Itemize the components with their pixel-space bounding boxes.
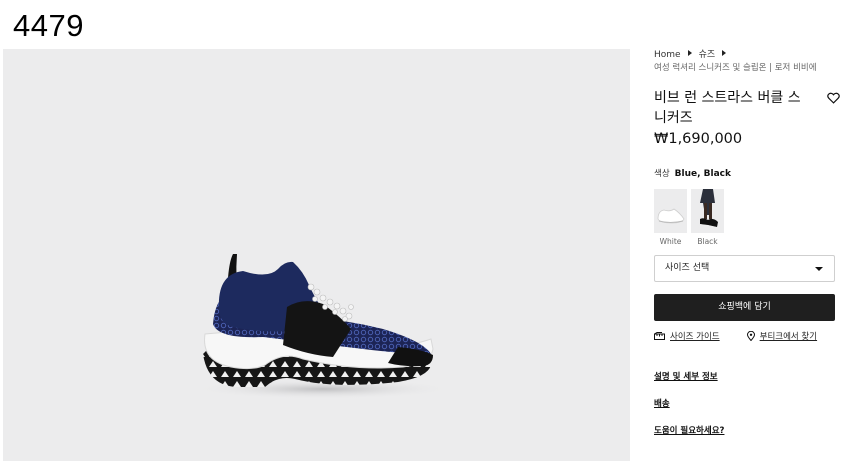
info-accordion: 설명 및 세부 정보 배송 도움이 필요하세요?: [654, 370, 840, 436]
breadcrumb-home[interactable]: Home: [654, 49, 681, 62]
accordion-description[interactable]: 설명 및 세부 정보: [654, 370, 840, 382]
heart-icon[interactable]: [827, 92, 840, 104]
swatch-white[interactable]: White: [654, 189, 687, 246]
page-id: 4479: [13, 8, 84, 43]
size-guide-link[interactable]: 사이즈 가이드: [654, 330, 720, 342]
size-select-placeholder: 사이즈 선택: [665, 263, 710, 273]
chevron-right-icon: [687, 50, 692, 56]
breadcrumb: Home 슈즈 여성 럭셔리 스니커즈 및 슬립온 | 로저 비비에: [654, 49, 840, 75]
caret-down-icon: [815, 267, 823, 271]
add-to-bag-button[interactable]: 쇼핑백에 담기: [654, 294, 835, 321]
location-pin-icon: [746, 331, 755, 341]
size-guide-label: 사이즈 가이드: [670, 332, 720, 342]
product-title: 비브 런 스트라스 버클 스니커즈: [654, 90, 801, 126]
find-in-store-label: 부티크에서 찾기: [759, 332, 818, 342]
accordion-help[interactable]: 도움이 필요하세요?: [654, 424, 840, 436]
color-selector-label: 색상 Blue, Black: [654, 167, 840, 179]
ruler-icon: [654, 332, 665, 340]
chevron-right-icon: [722, 50, 727, 56]
helper-links: 사이즈 가이드 부티크에서 찾기: [654, 330, 840, 342]
product-price: ₩1,690,000: [654, 131, 743, 147]
product-image-gallery[interactable]: [3, 49, 630, 461]
swatch-white-label: White: [659, 237, 682, 246]
selected-color: Blue, Black: [674, 169, 731, 179]
breadcrumb-subcategory[interactable]: 여성 럭셔리 스니커즈 및 슬립온 | 로저 비비에: [654, 62, 840, 75]
swatch-black-label: Black: [697, 237, 718, 246]
swatch-black[interactable]: Black: [691, 189, 724, 246]
color-swatches: White Black: [654, 189, 840, 246]
size-select[interactable]: 사이즈 선택: [654, 255, 835, 282]
swatch-white-image: [654, 189, 687, 233]
accordion-shipping[interactable]: 배송: [654, 397, 840, 409]
color-label: 색상: [654, 169, 670, 179]
product-image: [193, 254, 453, 399]
breadcrumb-category[interactable]: 슈즈: [699, 49, 716, 62]
product-details-panel: Home 슈즈 여성 럭셔리 스니커즈 및 슬립온 | 로저 비비에 비브 런 스…: [654, 49, 840, 451]
find-in-store-link[interactable]: 부티크에서 찾기: [746, 330, 818, 342]
swatch-black-image: [691, 189, 724, 233]
